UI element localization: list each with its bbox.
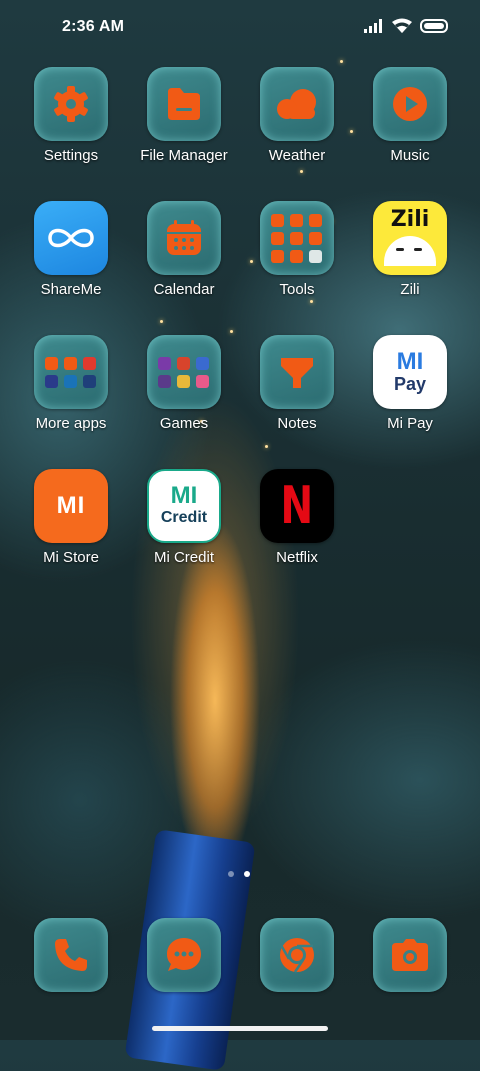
mipay-logo-mark: MI [396, 348, 424, 375]
calendar-icon [167, 220, 201, 255]
app-tile: N [260, 469, 334, 543]
games-folder-icon [157, 356, 211, 389]
app-label: File Manager [140, 147, 228, 164]
app-tile: MI Credit [147, 469, 221, 543]
app-tile [260, 201, 334, 275]
micredit-logo-text: Credit [160, 509, 208, 526]
app-tile [34, 67, 108, 141]
app-label: Notes [277, 415, 317, 432]
dock-phone[interactable] [34, 918, 108, 992]
dock-browser[interactable] [260, 918, 334, 992]
wallpaper-spark [230, 330, 233, 333]
message-icon [167, 938, 201, 971]
netflix-icon: N [280, 476, 314, 536]
mipay-logo-text: Pay [393, 374, 427, 394]
home-gesture-bar[interactable] [152, 1026, 328, 1031]
app-label: Settings [43, 147, 99, 164]
status-time: 2:36 AM [62, 18, 125, 35]
wallpaper-spark [160, 320, 163, 323]
dock-camera[interactable] [373, 918, 447, 992]
notes-icon [281, 358, 313, 388]
app-tile: Zili [373, 201, 447, 275]
app-tile [34, 201, 108, 275]
app-mi-pay[interactable]: MI Pay Mi Pay [355, 335, 465, 447]
folder-games[interactable]: Games [129, 335, 239, 447]
app-label: ShareMe [40, 281, 102, 298]
battery-icon [420, 19, 448, 33]
system-icons [364, 18, 450, 34]
zili-logo-text: Zili [390, 207, 430, 232]
chrome-icon [279, 938, 314, 973]
folder-icon [168, 88, 200, 120]
app-tile [147, 67, 221, 141]
wifi-icon [392, 18, 412, 33]
app-tile [147, 201, 221, 275]
app-notes[interactable]: Notes [242, 335, 352, 447]
folder-more-apps[interactable]: More apps [16, 335, 126, 447]
micredit-logo-mark: MI [170, 482, 198, 509]
app-label: Mi Credit [153, 549, 214, 566]
mi-logo-icon: MI [56, 492, 86, 519]
app-label: Tools [279, 281, 315, 298]
app-label: Mi Pay [387, 415, 433, 432]
gear-icon [54, 86, 88, 122]
page-dot-active[interactable] [244, 871, 250, 877]
app-label: Zili [400, 281, 420, 298]
app-tile [260, 67, 334, 141]
app-label: Games [159, 415, 209, 432]
app-shareme[interactable]: ShareMe [16, 201, 126, 313]
app-tile [260, 335, 334, 409]
page-indicator [228, 871, 250, 877]
app-mi-credit[interactable]: MI Credit Mi Credit [129, 469, 239, 581]
signal-icon [364, 19, 382, 33]
play-icon [393, 87, 427, 121]
cloud-icon [277, 89, 316, 119]
app-weather[interactable]: Weather [242, 67, 352, 179]
apps-folder-icon [44, 356, 98, 389]
infinity-icon [48, 228, 94, 248]
app-tile [373, 67, 447, 141]
app-zili[interactable]: Zili Zili [355, 201, 465, 313]
page-dot[interactable] [228, 871, 234, 877]
app-settings[interactable]: Settings [16, 67, 126, 179]
app-label: Music [390, 147, 430, 164]
tools-folder-icon [270, 213, 324, 264]
app-music[interactable]: Music [355, 67, 465, 179]
app-mi-store[interactable]: MI Mi Store [16, 469, 126, 581]
app-label: Calendar [153, 281, 215, 298]
app-label: More apps [35, 415, 107, 432]
folder-tools[interactable]: Tools [242, 201, 352, 313]
app-netflix[interactable]: N Netflix [242, 469, 352, 581]
dock-messages[interactable] [147, 918, 221, 992]
app-label: Netflix [276, 549, 318, 566]
status-bar: 2:36 AM [0, 0, 480, 56]
app-calendar[interactable]: Calendar [129, 201, 239, 313]
phone-icon [55, 939, 87, 971]
app-file-manager[interactable]: File Manager [129, 67, 239, 179]
app-label: Mi Store [43, 549, 99, 566]
app-tile: MI [34, 469, 108, 543]
wallpaper-spark [340, 60, 343, 63]
app-label: Weather [268, 147, 326, 164]
camera-icon [392, 939, 428, 971]
app-tile [34, 335, 108, 409]
app-tile: MI Pay [373, 335, 447, 409]
app-tile [147, 335, 221, 409]
zili-face-icon [384, 236, 436, 266]
